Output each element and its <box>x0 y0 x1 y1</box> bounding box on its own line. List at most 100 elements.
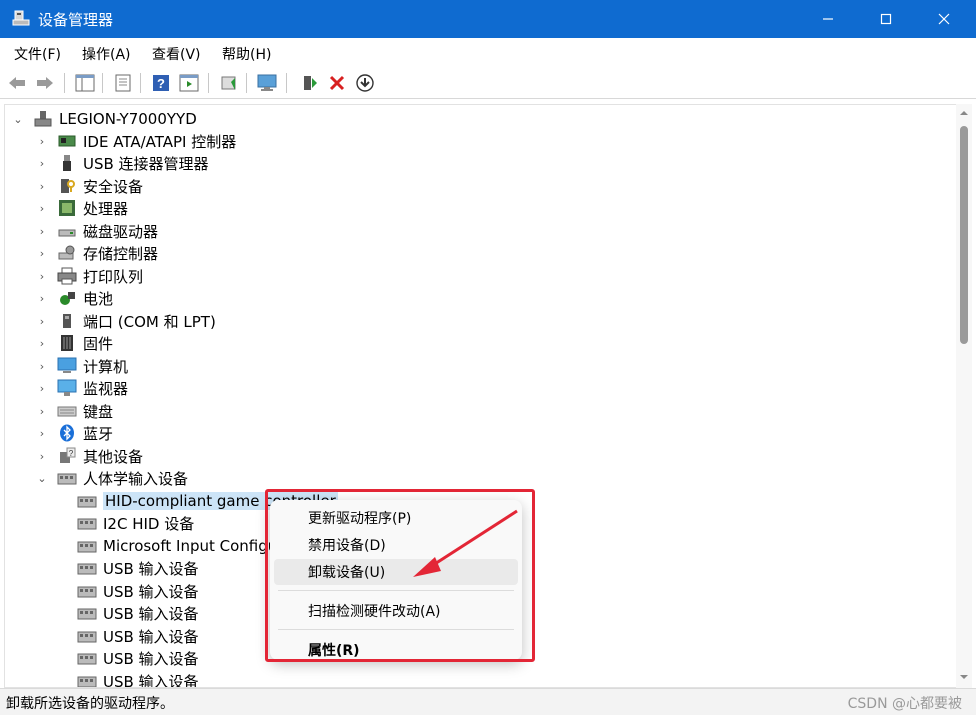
back-button[interactable] <box>6 72 28 94</box>
add-driver-toolbar-button[interactable] <box>298 72 320 94</box>
tree-category[interactable]: › 存储控制器 <box>35 242 158 264</box>
tree-category-label: 存储控制器 <box>83 244 159 263</box>
tree-device[interactable]: I2C HID 设备 <box>77 512 194 534</box>
expand-chevron-icon[interactable]: › <box>35 202 49 215</box>
show-hide-console-tree-button[interactable] <box>74 72 96 94</box>
minimize-icon <box>823 18 833 20</box>
device-manager-app-icon <box>12 9 30 27</box>
port-icon <box>57 312 77 330</box>
tree-category[interactable]: › 蓝牙 <box>35 422 113 444</box>
properties-sheet-icon <box>115 74 131 92</box>
battery-icon <box>57 289 77 307</box>
tree-category[interactable]: › 安全设备 <box>35 175 143 197</box>
tree-category-label: 其他设备 <box>83 447 144 466</box>
tree-category[interactable]: › USB 连接器管理器 <box>35 152 209 174</box>
tree-category-label: 安全设备 <box>83 177 144 196</box>
tree-device[interactable]: USB 输入设备 <box>77 625 199 647</box>
expand-chevron-icon[interactable]: › <box>35 315 49 328</box>
expand-chevron-icon[interactable]: › <box>35 180 49 193</box>
watermark: CSDN @心都要被 <box>847 696 962 712</box>
other-devices-icon: ? <box>57 447 77 465</box>
tree-device-label: USB 输入设备 <box>103 672 199 688</box>
tree-device[interactable]: USB 输入设备 <box>77 647 199 669</box>
scan-hardware-toolbar-button[interactable] <box>256 72 278 94</box>
tree-category-label: 键盘 <box>83 402 114 421</box>
tree-root-label: LEGION-Y7000YYD <box>59 110 197 128</box>
expand-chevron-icon[interactable]: › <box>35 292 49 305</box>
tree-category[interactable]: › ? 其他设备 <box>35 445 143 467</box>
scrollbar-thumb[interactable] <box>960 126 968 344</box>
collapse-chevron-icon[interactable]: ⌄ <box>11 113 25 126</box>
expand-chevron-icon[interactable]: › <box>35 360 49 373</box>
expand-chevron-icon[interactable]: › <box>35 225 49 238</box>
tree-category[interactable]: › 固件 <box>35 332 113 354</box>
monitor-scan-icon <box>257 74 277 91</box>
title-bar: 设备管理器 <box>0 0 976 38</box>
tree-category-expanded[interactable]: ⌄ 人体学输入设备 <box>35 467 188 489</box>
toolbar-separator <box>64 73 65 93</box>
tree-device[interactable]: USB 输入设备 <box>77 602 199 624</box>
hid-device-icon <box>77 559 97 577</box>
download-toolbar-button[interactable] <box>354 72 376 94</box>
menu-file[interactable]: 文件(F) <box>14 44 61 64</box>
expand-chevron-icon[interactable]: › <box>35 270 49 283</box>
tree-device-label: I2C HID 设备 <box>103 514 195 533</box>
tree-category[interactable]: › 处理器 <box>35 197 128 219</box>
expand-chevron-icon[interactable]: › <box>35 405 49 418</box>
expand-chevron-icon[interactable]: › <box>35 337 49 350</box>
tree-device[interactable]: USB 输入设备 <box>77 580 199 602</box>
action-pane-button[interactable] <box>178 72 200 94</box>
expand-chevron-icon[interactable]: › <box>35 247 49 260</box>
tree-category[interactable]: › 电池 <box>35 287 113 309</box>
tree-device[interactable]: USB 输入设备 <box>77 557 199 579</box>
expand-chevron-icon[interactable]: › <box>35 427 49 440</box>
tree-category-label: 计算机 <box>83 357 129 376</box>
svg-text:?: ? <box>69 449 74 458</box>
expand-chevron-icon[interactable]: › <box>35 157 49 170</box>
tree-category[interactable]: › 端口 (COM 和 LPT) <box>35 310 216 332</box>
status-text: 卸载所选设备的驱动程序。 <box>6 696 174 712</box>
update-driver-icon <box>221 76 236 90</box>
expand-chevron-icon[interactable]: › <box>35 135 49 148</box>
expand-chevron-icon[interactable]: › <box>35 382 49 395</box>
maximize-button[interactable] <box>858 0 914 38</box>
tree-category[interactable]: › 监视器 <box>35 377 128 399</box>
tree-device[interactable]: USB 输入设备 <box>77 670 199 688</box>
console-tree-icon <box>75 74 95 92</box>
forward-arrow-icon <box>37 77 53 89</box>
expand-chevron-icon[interactable]: › <box>35 450 49 463</box>
hid-device-icon <box>77 492 97 510</box>
uninstall-toolbar-button[interactable] <box>326 72 348 94</box>
tree-category[interactable]: › 键盘 <box>35 400 113 422</box>
tree-device[interactable]: Microsoft Input Configu <box>77 535 277 557</box>
tree-root[interactable]: ⌄ LEGION-Y7000YYD <box>11 108 197 130</box>
help-toolbar-button[interactable]: ? <box>150 72 172 94</box>
keyboard-icon <box>57 402 77 420</box>
menu-action[interactable]: 操作(A) <box>82 44 131 64</box>
properties-toolbar-button[interactable] <box>112 72 134 94</box>
tree-category-label: 电池 <box>83 289 114 308</box>
tree-category[interactable]: › 磁盘驱动器 <box>35 220 158 242</box>
tree-device-label: USB 输入设备 <box>103 604 199 623</box>
forward-button[interactable] <box>34 72 56 94</box>
tree-category-label: 磁盘驱动器 <box>83 222 159 241</box>
toolbar-separator <box>140 73 141 93</box>
menu-help[interactable]: 帮助(H) <box>222 44 271 64</box>
tree-category[interactable]: › 计算机 <box>35 355 128 377</box>
status-bar: 卸载所选设备的驱动程序。 CSDN @心都要被 <box>0 688 976 715</box>
tree-category-label: IDE ATA/ATAPI 控制器 <box>83 132 237 151</box>
tree-category[interactable]: › IDE ATA/ATAPI 控制器 <box>35 130 236 152</box>
menu-view[interactable]: 查看(V) <box>152 44 201 64</box>
hid-device-icon <box>77 672 97 687</box>
collapse-chevron-icon[interactable]: ⌄ <box>35 472 49 485</box>
close-button[interactable] <box>916 0 972 38</box>
tree-category-label: 人体学输入设备 <box>83 469 189 488</box>
toolbar-separator <box>286 73 287 93</box>
minimize-button[interactable] <box>800 0 856 38</box>
action-pane-icon <box>179 74 199 92</box>
hid-device-icon <box>77 582 97 600</box>
update-driver-toolbar-button[interactable] <box>218 72 240 94</box>
toolbar: ? <box>0 68 976 99</box>
bluetooth-icon <box>57 424 77 442</box>
tree-category[interactable]: › 打印队列 <box>35 265 143 287</box>
